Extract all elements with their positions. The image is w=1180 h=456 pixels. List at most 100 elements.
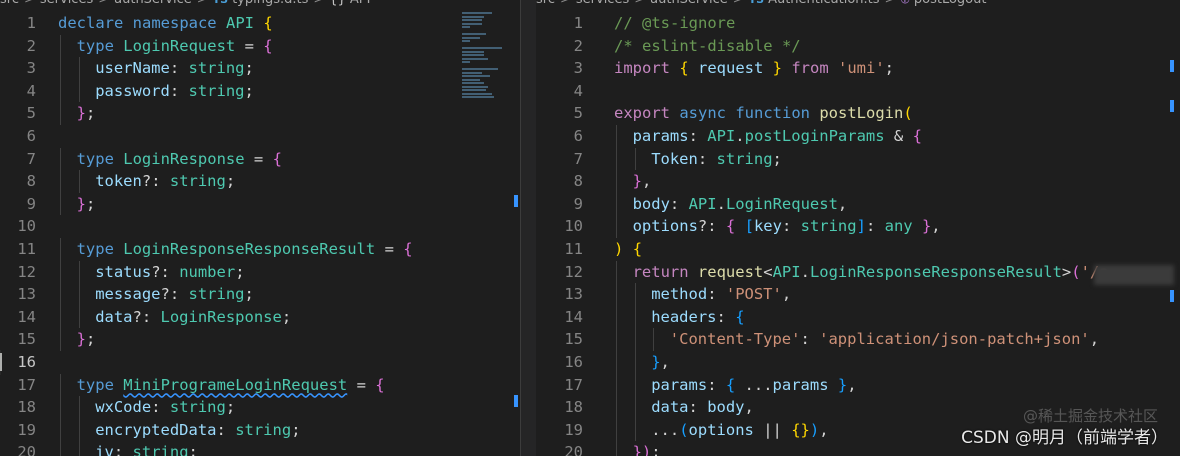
- minimap-line: [462, 57, 488, 60]
- code-text[interactable]: });: [633, 441, 661, 456]
- code-text[interactable]: params: API.postLoginParams & {: [633, 125, 922, 148]
- line-number: 12: [564, 262, 583, 281]
- split-divider[interactable]: [520, 0, 537, 456]
- code-text[interactable]: body: API.LoginRequest,: [633, 193, 848, 216]
- code-token: data: [95, 307, 133, 326]
- code-token: MiniProgrameLoginRequest: [123, 375, 348, 394]
- code-token: :: [151, 398, 170, 417]
- code-text[interactable]: Token: string;: [651, 148, 782, 171]
- code-text[interactable]: headers: {: [651, 306, 744, 329]
- indent-guide: [616, 192, 617, 216]
- breadcrumb-segment[interactable]: authService: [114, 0, 192, 7]
- code-token: :: [688, 398, 708, 417]
- code-text[interactable]: message?: string;: [95, 283, 254, 306]
- code-token: <: [763, 262, 773, 281]
- indent-guide: [60, 79, 61, 103]
- code-text[interactable]: type MiniProgrameLoginRequest = {: [77, 374, 385, 397]
- code-token: 'umi': [838, 59, 885, 78]
- code-token: LoginResponseResponseResult: [809, 262, 1062, 281]
- code-token: LoginResponse: [160, 307, 282, 326]
- indent-guide: [60, 283, 61, 306]
- indent-guide: [616, 260, 617, 284]
- code-token: ,: [837, 194, 848, 213]
- code-token: options: [632, 217, 698, 236]
- code-token: 'POST': [725, 285, 782, 304]
- code-text[interactable]: /* eslint-disable */: [614, 35, 801, 58]
- line-number: 8: [26, 172, 36, 191]
- code-token: (: [1071, 262, 1081, 281]
- code-token: number: [179, 262, 236, 281]
- code-text[interactable]: import { request } from 'umi';: [614, 57, 894, 80]
- scrollbar-right[interactable]: [1164, 0, 1178, 456]
- code-token: ...: [651, 420, 680, 439]
- breadcrumb-file[interactable]: Authentication.ts: [768, 0, 879, 7]
- code-text[interactable]: encryptedData: string;: [95, 419, 300, 442]
- code-text[interactable]: };: [77, 193, 96, 216]
- breadcrumb-file[interactable]: typings.d.ts: [232, 0, 308, 7]
- breadcrumb-segment[interactable]: src: [0, 0, 19, 7]
- indent-guide: [60, 305, 61, 329]
- minimap-line: [462, 68, 498, 70]
- code-text[interactable]: method: 'POST',: [651, 283, 791, 306]
- chevron-right-icon: >: [634, 0, 645, 7]
- code-text[interactable]: wxCode: string;: [95, 396, 235, 419]
- code-token: key: [753, 217, 782, 236]
- code-token: LoginRequest: [123, 36, 236, 55]
- breadcrumb-symbol[interactable]: postLogout: [914, 0, 987, 7]
- code-text[interactable]: password: string;: [95, 80, 254, 103]
- code-text[interactable]: },: [651, 351, 670, 374]
- code-text[interactable]: // @ts-ignore: [614, 12, 735, 35]
- indent-guide: [634, 147, 636, 171]
- line-number: 9: [26, 194, 36, 213]
- code-text[interactable]: type LoginRequest = {: [77, 35, 273, 58]
- code-text[interactable]: declare namespace API {: [58, 12, 273, 35]
- code-token: ;: [244, 59, 254, 78]
- indent-guide: [634, 396, 636, 419]
- code-text[interactable]: type LoginResponse = {: [77, 148, 282, 171]
- code-text[interactable]: userName: string;: [95, 57, 254, 80]
- chevron-right-icon: >: [197, 0, 208, 7]
- code-token: =: [375, 239, 404, 258]
- line-number: 19: [17, 420, 36, 439]
- indent-guide: [616, 328, 617, 351]
- indent-guide: [60, 396, 61, 419]
- scrollbar-left[interactable]: [506, 0, 520, 456]
- code-token: {: [263, 36, 273, 55]
- code-text[interactable]: 'Content-Type': 'application/json-patch+…: [670, 328, 1099, 351]
- code-text[interactable]: data: body,: [651, 396, 754, 419]
- editor-left[interactable]: src > services > authService > TS typings.d.ts >…: [0, 0, 520, 456]
- indent-guide: [60, 373, 61, 397]
- minimap-line: [462, 19, 482, 21]
- code-text[interactable]: };: [77, 328, 96, 351]
- code-text[interactable]: params: { ...params },: [651, 374, 856, 397]
- line-number: 20: [564, 443, 583, 456]
- code-token: :: [716, 307, 736, 326]
- breadcrumb-symbol[interactable]: API: [350, 0, 371, 7]
- line-number: 5: [573, 104, 583, 123]
- breadcrumb-segment[interactable]: services: [576, 0, 629, 7]
- code-text[interactable]: },: [633, 170, 652, 193]
- code-token: token: [95, 172, 142, 191]
- code-text[interactable]: ) {: [614, 238, 642, 261]
- code-text[interactable]: token?: string;: [95, 170, 235, 193]
- code-text[interactable]: return request<API.LoginResponseResponse…: [633, 261, 1109, 284]
- breadcrumb-segment[interactable]: src: [536, 0, 555, 7]
- code-text[interactable]: status?: number;: [95, 261, 244, 284]
- editor-right[interactable]: src > services > authService > TS Authenticatio…: [536, 0, 1180, 456]
- code-text[interactable]: data?: LoginResponse;: [95, 306, 291, 329]
- code-text[interactable]: iv: string;: [95, 441, 198, 456]
- code-token: encryptedData: [95, 420, 217, 439]
- code-text[interactable]: options?: { [key: string]: any },: [633, 215, 941, 238]
- indent-guide: [634, 373, 636, 397]
- code-text[interactable]: ...(options || {}),: [651, 419, 828, 442]
- breadcrumb-segment[interactable]: authService: [650, 0, 728, 7]
- code-token: API: [707, 126, 736, 145]
- breadcrumb-segment[interactable]: services: [40, 0, 93, 7]
- code-token: /* eslint-disable */: [614, 36, 801, 55]
- code-text[interactable]: };: [77, 102, 96, 125]
- line-number: 19: [564, 420, 583, 439]
- method-icon: ⦶: [900, 0, 909, 7]
- code-text[interactable]: export async function postLogin(: [614, 102, 913, 125]
- code-token: >: [1061, 262, 1072, 281]
- code-text[interactable]: type LoginResponseResponseResult = {: [77, 238, 413, 261]
